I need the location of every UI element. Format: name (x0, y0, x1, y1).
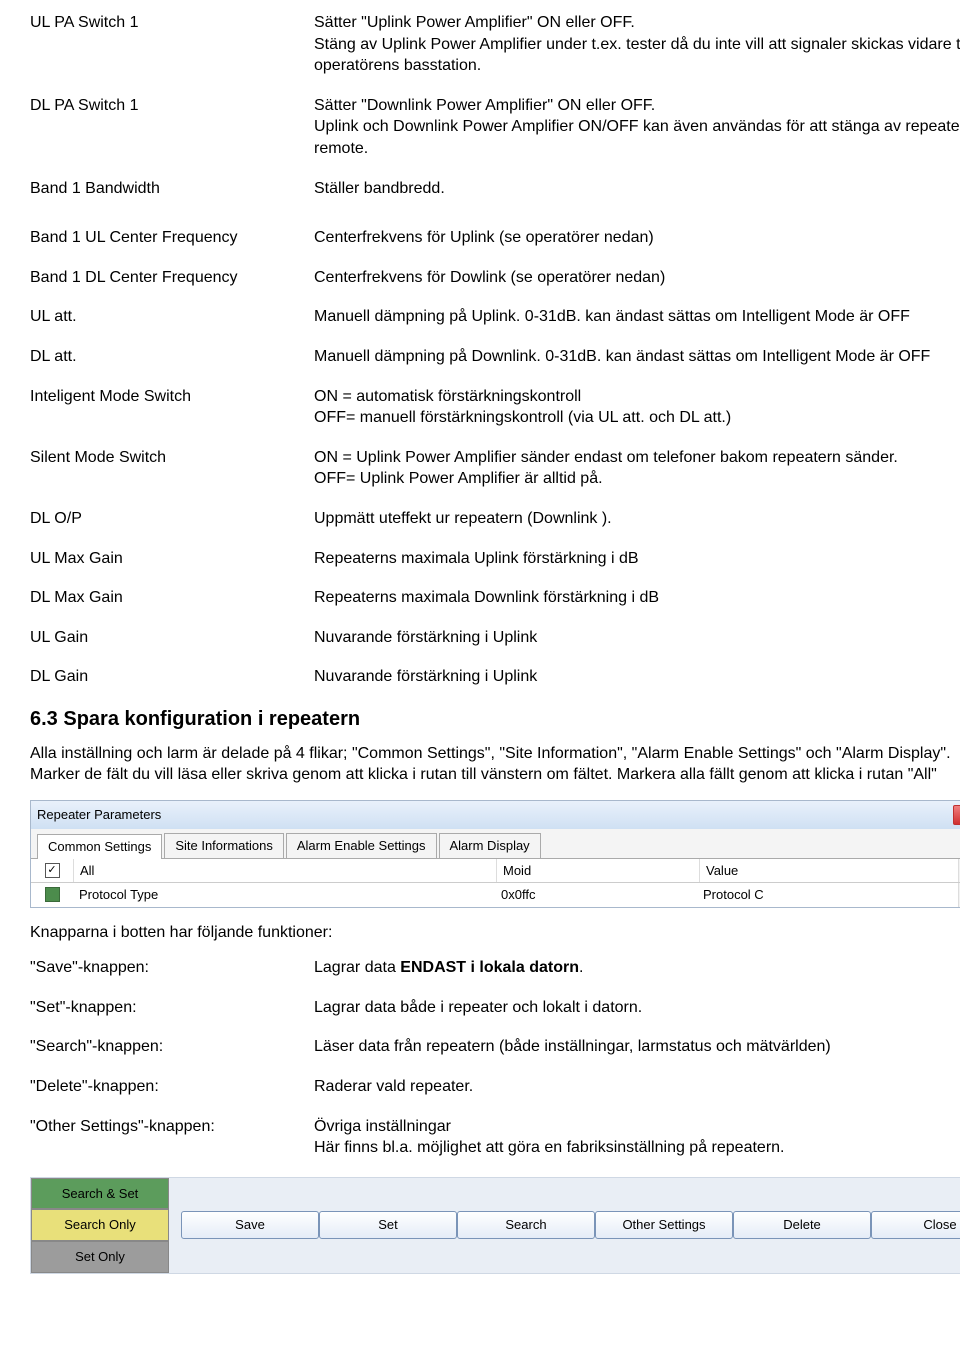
definition-description: Manuell dämpning på Uplink. 0-31dB. kan … (314, 306, 960, 328)
button-term: "Delete"-knappen: (30, 1076, 314, 1098)
col-value[interactable]: Value (699, 859, 958, 883)
definition-description: Centerfrekvens för Dowlink (se operatöre… (314, 267, 960, 289)
col-all[interactable]: All (73, 859, 496, 883)
definition-term: Band 1 UL Center Frequency (30, 227, 314, 249)
cell-value: Protocol C (697, 883, 958, 907)
definition-description: Repeaterns maximala Uplink förstärkning … (314, 548, 960, 570)
definition-description: Uppmätt uteffekt ur repeatern (Downlink … (314, 508, 960, 530)
tab-alarm-display[interactable]: Alarm Display (439, 833, 541, 858)
tab-alarm-enable-settings[interactable]: Alarm Enable Settings (286, 833, 437, 858)
definition-description: ON = Uplink Power Amplifier sänder endas… (314, 447, 960, 490)
mode-set-only[interactable]: Set Only (31, 1241, 169, 1273)
buttons-intro: Knapparna i botten har följande funktion… (30, 922, 960, 944)
definition-description: Centerfrekvens för Uplink (se operatörer… (314, 227, 960, 249)
definition-term: UL Max Gain (30, 548, 314, 570)
close-button[interactable]: Close (871, 1211, 960, 1239)
definition-term: DL Max Gain (30, 587, 314, 609)
tab-site-informations[interactable]: Site Informations (164, 833, 284, 858)
definition-term: UL PA Switch 1 (30, 12, 314, 77)
other-settings-button[interactable]: Other Settings (595, 1211, 733, 1239)
button-term: "Other Settings"-knappen: (30, 1116, 314, 1159)
mode-search-only[interactable]: Search Only (31, 1209, 169, 1241)
section-heading: 6.3 Spara konfiguration i repeatern (30, 706, 960, 733)
delete-button[interactable]: Delete (733, 1211, 871, 1239)
section-paragraph: Alla inställning och larm är delade på 4… (30, 743, 960, 786)
button-description: Övriga inställningarHär finns bl.a. möjl… (314, 1116, 960, 1159)
definition-term: Inteligent Mode Switch (30, 386, 314, 429)
definition-description: Manuell dämpning på Downlink. 0-31dB. ka… (314, 346, 960, 368)
grid-row-protocol-type[interactable]: Protocol Type 0x0ffc Protocol C (31, 883, 960, 907)
window-title: Repeater Parameters (37, 806, 161, 824)
mode-search-and-set[interactable]: Search & Set (31, 1178, 169, 1210)
definition-description: Repeaterns maximala Downlink förstärknin… (314, 587, 960, 609)
definition-term: DL Gain (30, 666, 314, 688)
button-term: "Set"-knappen: (30, 997, 314, 1019)
set-button[interactable]: Set (319, 1211, 457, 1239)
cell-moid: 0x0ffc (495, 883, 697, 907)
tab-strip: Common Settings Site Informations Alarm … (31, 829, 960, 859)
definition-term: UL att. (30, 306, 314, 328)
col-moid[interactable]: Moid (496, 859, 699, 883)
button-description: Raderar vald repeater. (314, 1076, 960, 1098)
definition-description: Ställer bandbredd. (314, 178, 960, 200)
definition-term: Band 1 DL Center Frequency (30, 267, 314, 289)
search-button[interactable]: Search (457, 1211, 595, 1239)
checkbox-row[interactable] (45, 887, 60, 902)
definition-term: Silent Mode Switch (30, 447, 314, 490)
repeater-parameters-window: Repeater Parameters ✕ Common Settings Si… (30, 800, 960, 908)
definition-term: Band 1 Bandwidth (30, 178, 314, 200)
definition-description: Nuvarande förstärkning i Uplink (314, 627, 960, 649)
cell-name: Protocol Type (73, 883, 495, 907)
definition-description: Sätter "Downlink Power Amplifier" ON ell… (314, 95, 960, 160)
button-bar: Search & Set Search Only Set Only Save S… (30, 1177, 960, 1274)
definition-term: DL att. (30, 346, 314, 368)
button-term: "Search"-knappen: (30, 1036, 314, 1058)
tab-common-settings[interactable]: Common Settings (37, 834, 162, 859)
checkbox-all[interactable]: ✓ (45, 863, 60, 878)
definition-term: UL Gain (30, 627, 314, 649)
button-description: Läser data från repeatern (både inställn… (314, 1036, 960, 1058)
definition-term: DL O/P (30, 508, 314, 530)
definition-description: ON = automatisk förstärkningskontrollOFF… (314, 386, 960, 429)
button-description: Lagrar data både i repeater och lokalt i… (314, 997, 960, 1019)
button-description: Lagrar data ENDAST i lokala datorn. (314, 957, 960, 979)
save-button[interactable]: Save (181, 1211, 319, 1239)
definition-description: Nuvarande förstärkning i Uplink (314, 666, 960, 688)
definition-term: DL PA Switch 1 (30, 95, 314, 160)
close-icon[interactable]: ✕ (953, 805, 960, 825)
grid-header: ✓ All Moid Value ▲ (31, 859, 960, 884)
button-term: "Save"-knappen: (30, 957, 314, 979)
definition-description: Sätter "Uplink Power Amplifier" ON eller… (314, 12, 960, 77)
